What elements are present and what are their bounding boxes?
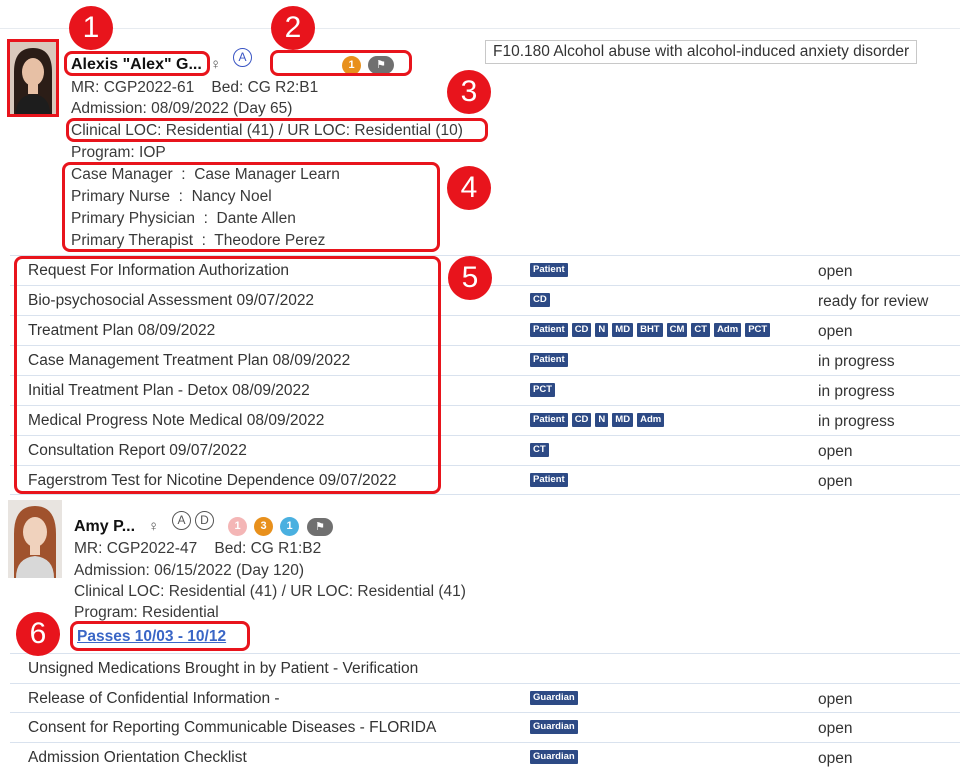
female-gender-icon: ♀ <box>148 518 160 535</box>
patient-photo-2[interactable] <box>8 500 62 578</box>
document-status: open <box>818 323 853 340</box>
program-line-2: Program: Residential <box>74 604 219 621</box>
admission-line: Admission: 08/09/2022 (Day 65) <box>71 100 293 117</box>
role-tags: Patient CD N MD Adm <box>530 413 665 427</box>
document-status: open <box>818 263 853 280</box>
document-status: in progress <box>818 413 895 430</box>
callout-marker: 2 <box>271 6 315 50</box>
highlight-loc <box>66 118 488 142</box>
document-status: open <box>818 690 853 708</box>
callout-marker: 6 <box>16 612 60 656</box>
diagnosis-box: F10.180 Alcohol abuse with alcohol-induc… <box>485 40 918 64</box>
patient-avatar-icon <box>8 500 62 578</box>
role-tag: Patient <box>530 473 568 487</box>
highlight-care-team <box>62 162 440 252</box>
role-tag: Adm <box>714 323 742 337</box>
document-link[interactable]: Unsigned Medications Brought in by Patie… <box>28 660 418 678</box>
patient-photo[interactable] <box>7 39 59 117</box>
document-status: open <box>818 473 853 490</box>
row-divider <box>10 653 960 654</box>
role-tag: N <box>595 323 609 337</box>
role-tags: Guardian <box>530 720 578 734</box>
loc-line-2: Clinical LOC: Residential (41) / UR LOC:… <box>74 583 466 600</box>
row-divider <box>10 741 960 743</box>
document-status: in progress <box>818 353 895 370</box>
role-tag: Patient <box>530 323 568 337</box>
role-tag: N <box>595 413 609 427</box>
flag-icon[interactable]: ⚑ <box>307 518 333 536</box>
role-tag: Guardian <box>530 749 578 764</box>
document-link[interactable]: Consent for Reporting Communicable Disea… <box>28 719 436 737</box>
role-tags: Guardian <box>530 690 578 705</box>
role-tags: Patient <box>530 353 568 367</box>
role-tags: Patient CD N MD BHT CM CT Adm PCT <box>530 323 771 337</box>
role-tag: Guardian <box>530 690 578 705</box>
document-status: in progress <box>818 383 895 400</box>
role-tags: Guardian <box>530 749 578 764</box>
role-tag: CD <box>571 323 592 337</box>
role-tag: CM <box>666 323 688 337</box>
status-d-icon: D <box>195 511 214 530</box>
callout-marker: 4 <box>447 166 491 210</box>
patient-divider <box>10 494 960 495</box>
role-tags: CT <box>530 443 549 457</box>
role-tag: CD <box>571 413 592 427</box>
mr-bed-line-2: MR: CGP2022-47 Bed: CG R1:B2 <box>74 540 322 557</box>
status-a-icon: A <box>172 511 191 530</box>
female-gender-icon: ♀ <box>210 56 222 73</box>
alert-count-badge[interactable]: 1 <box>228 517 247 536</box>
patient-avatar-icon <box>10 42 56 114</box>
highlight-documents <box>14 256 441 494</box>
callout-marker: 1 <box>69 6 113 50</box>
role-tag: Patient <box>530 353 568 367</box>
document-link[interactable]: Release of Confidential Information - <box>28 690 280 708</box>
patient-name-2[interactable]: Amy P... <box>74 518 135 536</box>
role-tag: CD <box>530 293 550 307</box>
role-tag: Patient <box>530 413 568 427</box>
role-tags: CD <box>530 293 550 307</box>
status-a-icon: A <box>233 48 252 67</box>
top-divider <box>0 28 960 29</box>
mr-bed-line: MR: CGP2022-61 Bed: CG R2:B1 <box>71 79 319 96</box>
role-tags: Patient <box>530 263 568 277</box>
admission-line-2: Admission: 06/15/2022 (Day 120) <box>74 562 305 579</box>
highlight-patient-name <box>64 51 210 76</box>
document-status: open <box>818 720 853 737</box>
role-tag: MD <box>612 413 634 427</box>
callout-marker: 3 <box>447 70 491 114</box>
alert-count-badge[interactable]: 1 <box>280 517 299 536</box>
highlight-badges <box>270 50 412 76</box>
role-tag: PCT <box>745 323 771 337</box>
role-tag: MD <box>612 323 634 337</box>
role-tag: Patient <box>530 263 568 277</box>
role-tag: PCT <box>530 383 555 397</box>
role-tags: PCT <box>530 383 555 397</box>
document-status: open <box>818 749 853 767</box>
role-tag: CT <box>530 443 549 457</box>
document-status: ready for review <box>818 293 929 310</box>
role-tag: CT <box>691 323 711 337</box>
alert-count-badge[interactable]: 3 <box>254 517 273 536</box>
document-link[interactable]: Admission Orientation Checklist <box>28 749 247 767</box>
row-divider <box>10 712 960 713</box>
document-status: open <box>818 443 853 460</box>
row-divider <box>10 682 960 684</box>
role-tag: Adm <box>637 413 665 427</box>
role-tag: BHT <box>637 323 663 337</box>
program-line: Program: IOP <box>71 144 166 161</box>
highlight-passes <box>70 621 250 651</box>
role-tag: Guardian <box>530 720 578 734</box>
role-tags: Patient <box>530 473 568 487</box>
callout-marker: 5 <box>448 256 492 300</box>
